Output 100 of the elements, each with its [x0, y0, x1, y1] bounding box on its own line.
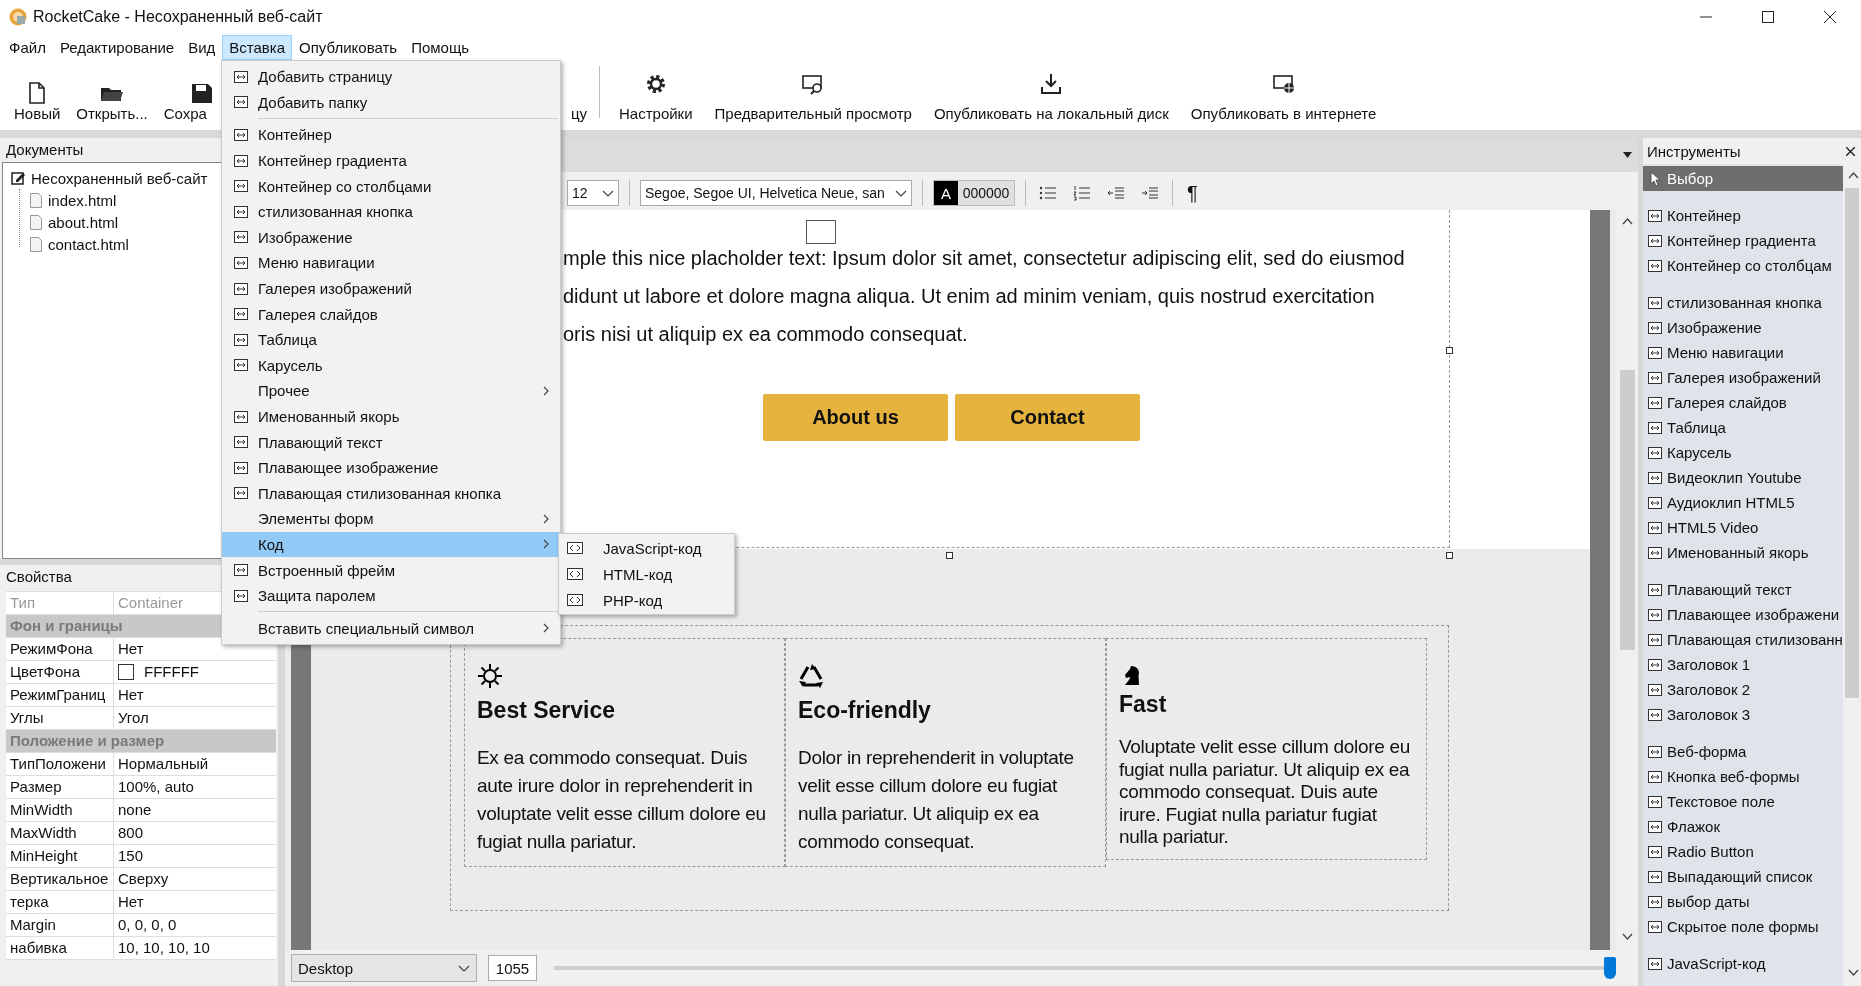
tool-item[interactable]: Галерея изображений — [1643, 365, 1843, 390]
menu-item[interactable]: Элементы форм — [222, 506, 560, 532]
resize-handle[interactable] — [1446, 552, 1453, 559]
menu-item[interactable]: Добавить страницу — [222, 64, 560, 90]
menu-item[interactable]: Вид — [181, 34, 223, 60]
scroll-down-icon[interactable] — [1622, 933, 1633, 940]
menu-item[interactable]: Меню навигации — [222, 250, 560, 276]
close-icon[interactable] — [1846, 146, 1855, 156]
menu-item[interactable]: Плавающее изображение — [222, 454, 560, 481]
page-button[interactable]: About us — [763, 394, 948, 441]
tool-item[interactable]: Заголовок 1 — [1643, 652, 1843, 677]
toolbar-button[interactable]: Сохра — [155, 69, 214, 130]
tool-item[interactable]: Изображение — [1643, 315, 1843, 340]
tree-item[interactable]: Несохраненный веб-сайт — [31, 169, 208, 187]
tool-item[interactable]: Меню навигации — [1643, 340, 1843, 365]
toolbar-button[interactable]: Открыть... — [68, 69, 156, 130]
property-value[interactable]: FFFFFF — [144, 661, 199, 683]
toolbar-button[interactable]: Предварительный просмотр — [703, 60, 923, 130]
paragraph-marks-button[interactable]: ¶ — [1183, 181, 1202, 205]
menu-item[interactable]: PHP-код — [559, 587, 734, 613]
toolbar-button[interactable]: Новый — [6, 69, 69, 130]
tool-item[interactable]: Видеоклип Youtube — [1643, 465, 1843, 490]
outdent-icon[interactable] — [1107, 185, 1125, 201]
tool-item[interactable]: Веб-форма — [1643, 739, 1843, 764]
tool-item[interactable]: Таблица — [1643, 415, 1843, 440]
tree-item[interactable]: contact.html — [48, 235, 129, 253]
tool-item[interactable]: JavaScript-код — [1643, 951, 1843, 976]
tool-item[interactable]: Плавающая стилизованн — [1643, 627, 1843, 652]
toolbar-button[interactable]: Настройки — [608, 60, 704, 130]
property-value[interactable]: 10, 10, 10, 10 — [118, 937, 210, 959]
tool-item[interactable]: стилизованная кнопка — [1643, 290, 1843, 315]
color-swatch[interactable] — [118, 664, 134, 680]
scrollbar-thumb[interactable] — [1620, 370, 1635, 650]
menu-item[interactable]: Плавающий текст — [222, 429, 560, 455]
tool-item[interactable]: Скрытое поле формы — [1643, 914, 1843, 939]
menu-item[interactable]: Код — [222, 531, 560, 558]
font-family-dropdown[interactable]: Segoe, Segoe UI, Helvetica Neue, san — [640, 180, 912, 206]
tool-item[interactable]: Плавающее изображени — [1643, 602, 1843, 627]
tool-item[interactable]: Аудиоклип HTML5 — [1643, 490, 1843, 515]
tool-item[interactable]: Выбор — [1643, 166, 1843, 191]
tool-item[interactable]: Radio Button — [1643, 839, 1843, 864]
width-field[interactable]: 1055 — [488, 955, 537, 981]
dropdown-arrow-icon[interactable] — [1623, 152, 1632, 158]
menu-item[interactable]: Таблица — [222, 326, 560, 353]
menu-item[interactable]: Помощь — [404, 34, 477, 60]
tool-item[interactable]: Именованный якорь — [1643, 540, 1843, 565]
menu-item[interactable]: Контейнер со столбцами — [222, 173, 560, 199]
menu-item[interactable]: HTML-код — [559, 561, 734, 587]
numbered-list-icon[interactable] — [1073, 185, 1091, 201]
menu-item[interactable]: Карусель — [222, 352, 560, 379]
indent-icon[interactable] — [1141, 185, 1159, 201]
resize-handle[interactable] — [1446, 347, 1453, 354]
property-value[interactable]: 100%, auto — [118, 776, 194, 798]
property-value[interactable]: Нет — [118, 684, 144, 706]
tool-item[interactable]: Контейнер со столбцам — [1643, 253, 1843, 278]
tool-item[interactable]: Флажок — [1643, 814, 1843, 839]
property-value[interactable]: Угол — [118, 707, 149, 729]
menu-item[interactable]: Вставка — [222, 34, 293, 60]
property-value[interactable]: Нет — [118, 891, 144, 913]
menu-item[interactable]: Галерея изображений — [222, 275, 560, 302]
menu-item[interactable]: Изображение — [222, 224, 560, 251]
tool-item[interactable]: Заголовок 2 — [1643, 677, 1843, 702]
tool-item[interactable]: Карусель — [1643, 440, 1843, 465]
tool-item[interactable]: Кнопка веб-формы — [1643, 764, 1843, 789]
menu-item[interactable]: Редактирование — [52, 34, 182, 60]
menu-item[interactable]: стилизованная кнопка — [222, 198, 560, 225]
toolbar-button[interactable]: Опубликовать в интернете — [1179, 60, 1388, 130]
font-size-dropdown[interactable]: 12 — [567, 180, 619, 206]
menu-item[interactable]: Галерея слайдов — [222, 301, 560, 327]
tool-item[interactable]: Плавающий текст — [1643, 577, 1843, 602]
menu-item[interactable]: Именованный якорь — [222, 403, 560, 430]
menu-item[interactable]: Плавающая стилизованная кнопка — [222, 480, 560, 507]
tool-item[interactable]: выбор даты — [1643, 889, 1843, 914]
device-dropdown[interactable]: Desktop — [291, 954, 477, 982]
menu-item[interactable]: JavaScript-код — [559, 535, 734, 561]
color-value[interactable]: 000000 — [958, 181, 1014, 205]
menu-item[interactable]: Файл — [2, 34, 53, 60]
bullet-list-icon[interactable] — [1039, 185, 1057, 201]
property-value[interactable]: Нет — [118, 638, 144, 660]
scroll-down-icon[interactable] — [1848, 969, 1859, 976]
tool-item[interactable]: Контейнер — [1643, 203, 1843, 228]
tool-item[interactable]: Выпадающий список — [1643, 864, 1843, 889]
property-value[interactable]: Нормальный — [118, 753, 209, 775]
property-value[interactable]: Сверху — [118, 868, 169, 890]
scroll-up-icon[interactable] — [1848, 172, 1859, 179]
menu-item[interactable]: Опубликовать — [292, 34, 405, 60]
tool-item[interactable]: Текстовое поле — [1643, 789, 1843, 814]
property-value[interactable]: 0, 0, 0, 0 — [118, 914, 177, 936]
property-value[interactable]: 800 — [118, 822, 144, 844]
property-value[interactable]: none — [118, 799, 152, 821]
toolbar-button[interactable]: Опубликовать на локальный диск — [922, 60, 1180, 130]
tool-item[interactable]: Галерея слайдов — [1643, 390, 1843, 415]
scrollbar-thumb[interactable] — [1845, 188, 1859, 698]
tool-item[interactable]: Заголовок 3 — [1643, 702, 1843, 727]
tree-item[interactable]: about.html — [48, 213, 119, 231]
tool-item[interactable]: HTML5 Video — [1643, 515, 1843, 540]
slider-thumb[interactable] — [1604, 957, 1616, 979]
page-button[interactable]: Contact — [955, 394, 1140, 441]
tool-item[interactable]: Контейнер градиента — [1643, 228, 1843, 253]
property-value[interactable]: 150 — [118, 845, 144, 867]
